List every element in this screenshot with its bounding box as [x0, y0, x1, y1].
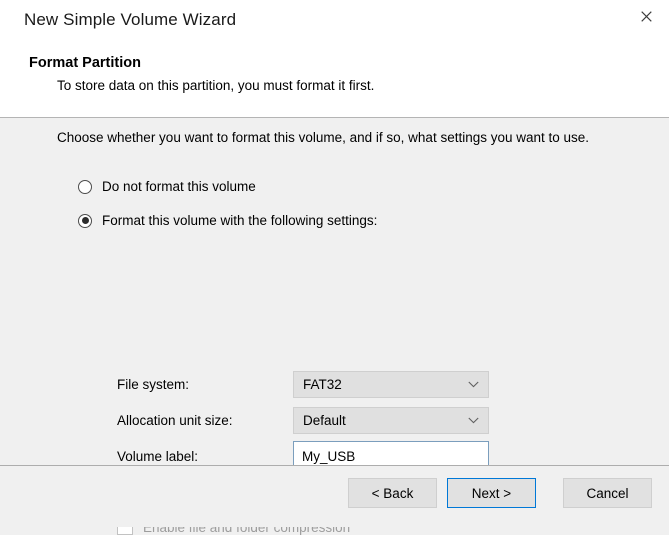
- radio-format-with-settings-label: Format this volume with the following se…: [102, 213, 378, 228]
- radio-icon-unchecked: [78, 179, 92, 194]
- allocation-unit-size-label: Allocation unit size:: [117, 412, 233, 428]
- new-simple-volume-wizard-dialog: New Simple Volume Wizard Format Partitio…: [0, 0, 669, 535]
- volume-label-value: My_USB: [302, 448, 356, 464]
- file-system-label: File system:: [117, 376, 190, 392]
- page-subtitle: To store data on this partition, you mus…: [57, 78, 375, 93]
- radio-format-with-settings[interactable]: Format this volume with the following se…: [78, 213, 377, 228]
- file-system-value: FAT32: [303, 376, 342, 392]
- volume-label-label: Volume label:: [117, 448, 199, 464]
- radio-do-not-format-label: Do not format this volume: [102, 179, 256, 194]
- page-title: Format Partition: [29, 55, 141, 71]
- radio-icon-checked: [78, 213, 92, 228]
- cancel-button[interactable]: Cancel: [563, 478, 652, 508]
- close-button[interactable]: [623, 0, 669, 32]
- back-button[interactable]: < Back: [348, 478, 437, 508]
- allocation-unit-size-row: Allocation unit size: Default: [117, 406, 489, 434]
- radio-do-not-format[interactable]: Do not format this volume: [78, 179, 256, 194]
- wizard-footer: < Back Next > Cancel: [0, 465, 669, 527]
- file-system-row: File system: FAT32: [117, 370, 489, 398]
- wizard-header: Format Partition To store data on this p…: [0, 42, 669, 118]
- chevron-down-icon: [467, 378, 479, 390]
- title-bar: New Simple Volume Wizard: [0, 0, 669, 42]
- chevron-down-icon: [467, 414, 479, 426]
- file-system-combobox[interactable]: FAT32: [293, 370, 489, 398]
- intro-text: Choose whether you want to format this v…: [57, 130, 590, 145]
- allocation-unit-size-combobox[interactable]: Default: [293, 406, 489, 434]
- close-icon: [640, 10, 652, 22]
- allocation-unit-size-value: Default: [303, 412, 346, 428]
- wizard-body: Choose whether you want to format this v…: [0, 118, 669, 535]
- next-button[interactable]: Next >: [447, 478, 536, 508]
- window-title: New Simple Volume Wizard: [24, 10, 237, 29]
